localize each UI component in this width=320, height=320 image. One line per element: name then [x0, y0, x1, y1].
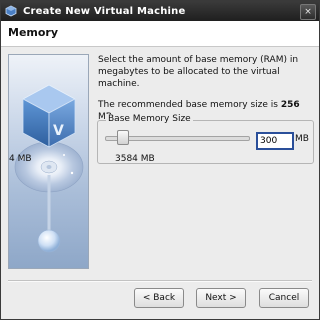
base-memory-group-label: Base Memory Size [106, 114, 193, 124]
page-title: Memory [8, 26, 59, 39]
next-button[interactable]: Next > [196, 288, 246, 308]
window-title: Create New Virtual Machine [23, 5, 186, 17]
title-bar[interactable]: Create New Virtual Machine × [1, 1, 319, 21]
slider-min-label: 4 MB [9, 154, 32, 164]
virtualbox-icon [5, 5, 17, 17]
slider-handle[interactable] [116, 130, 129, 145]
cancel-button[interactable]: Cancel [259, 288, 309, 308]
svg-text:V: V [53, 123, 64, 139]
recommended-value: 256 [280, 100, 300, 110]
close-icon[interactable]: × [300, 4, 316, 20]
dialog-window: Create New Virtual Machine × Memory V Se… [0, 0, 320, 320]
page-header: Memory [1, 21, 319, 47]
memory-unit-label: MB [295, 134, 309, 144]
memory-slider[interactable] [105, 130, 250, 145]
content-area: Select the amount of base memory (RAM) i… [98, 54, 312, 123]
description-text: Select the amount of base memory (RAM) i… [98, 55, 299, 89]
slider-max-label: 3584 MB [115, 154, 155, 164]
recommendation-prefix: The recommended base memory size is [98, 100, 281, 110]
button-separator [8, 280, 312, 282]
memory-size-input[interactable] [256, 132, 294, 150]
back-button[interactable]: < Back [134, 288, 184, 308]
